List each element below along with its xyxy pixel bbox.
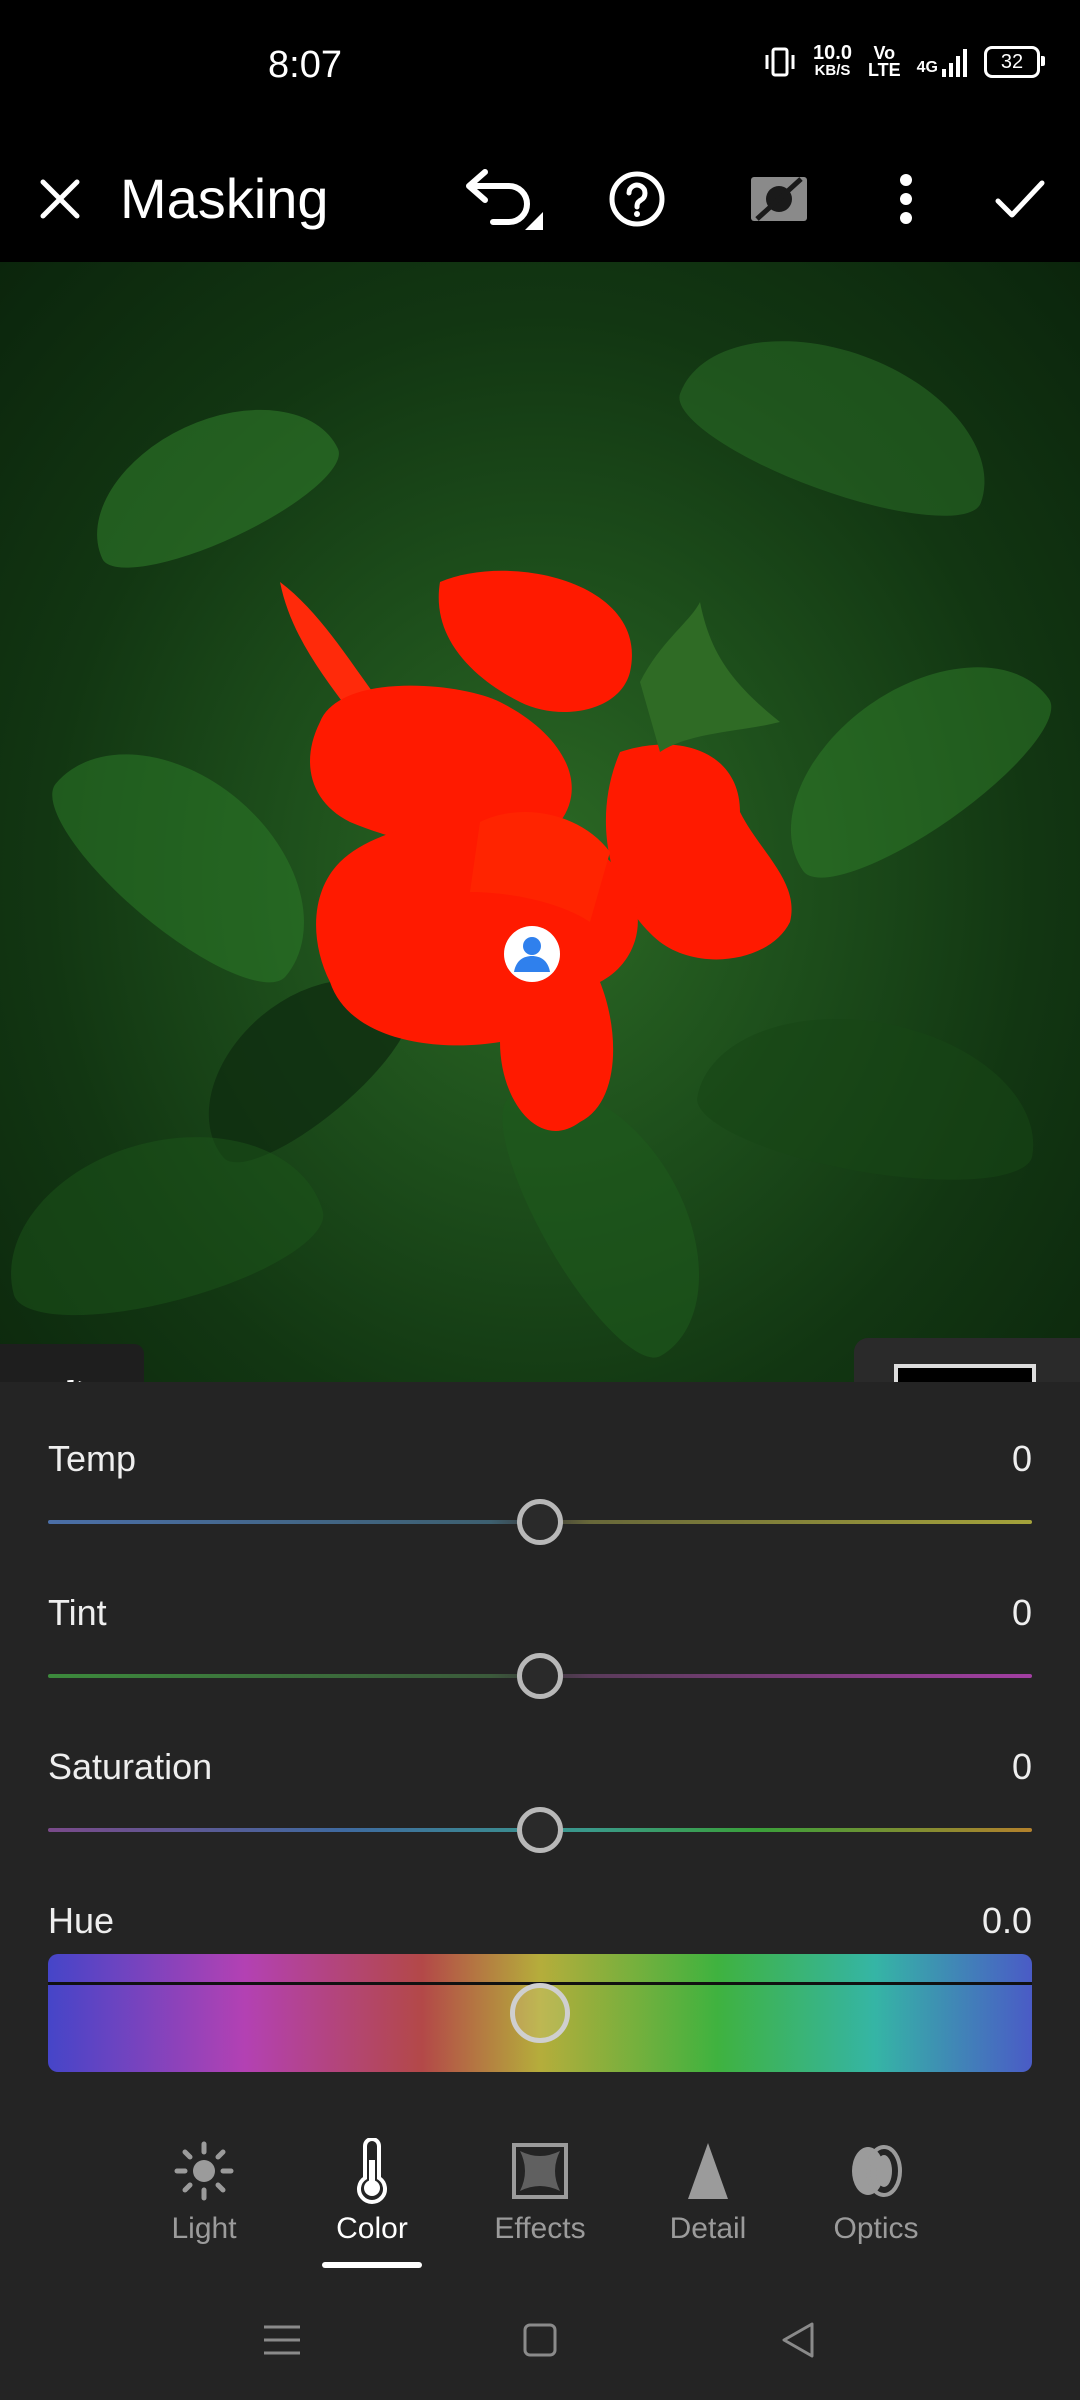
background-leaf <box>665 301 1015 543</box>
saturation-label: Saturation <box>48 1746 213 1787</box>
tab-color[interactable]: Color <box>292 2136 452 2246</box>
mask-overlay-hidden-icon <box>751 177 807 221</box>
system-navigation-bar <box>0 2274 1080 2400</box>
background-leaf <box>66 372 354 592</box>
network-speed: 10.0 KB/S <box>813 42 852 80</box>
mask-thumbnail[interactable] <box>894 1364 1036 1382</box>
network-type: 4G <box>916 59 938 76</box>
tab-light[interactable]: Light <box>124 2136 284 2246</box>
undo-button[interactable] <box>448 136 558 262</box>
app-bar: Masking <box>0 136 1080 262</box>
masked-flower <box>280 570 792 1131</box>
network-speed-unit: KB/S <box>814 62 851 79</box>
adjustment-tabs: Light Color Effects Detail Optics <box>0 2114 1080 2274</box>
home-button[interactable] <box>510 2310 570 2370</box>
hue-slider-thumb[interactable] <box>510 1983 570 2043</box>
network-speed-value: 10.0 <box>813 42 852 64</box>
volte-indicator: Vo LTE <box>867 44 901 80</box>
temp-value[interactable]: 0 <box>1012 1438 1032 1480</box>
close-button[interactable] <box>20 136 100 262</box>
tab-color-label: Color <box>336 2212 408 2245</box>
detail-icon <box>688 2143 728 2199</box>
battery-level: 32 <box>1000 50 1024 73</box>
status-bar: 8:07 10.0 KB/S Vo LTE 4G 32 <box>0 0 1080 136</box>
saturation-slider-thumb[interactable] <box>517 1807 563 1853</box>
page-title: Masking <box>120 167 329 230</box>
photo-canvas[interactable] <box>0 262 1080 1382</box>
mask-panel <box>854 1338 1080 1382</box>
help-icon <box>609 171 665 227</box>
active-tab-indicator <box>322 2262 422 2268</box>
help-button[interactable] <box>592 136 682 262</box>
tab-detail[interactable]: Detail <box>628 2136 788 2246</box>
tab-effects[interactable]: Effects <box>460 2136 620 2246</box>
home-icon <box>523 2323 557 2357</box>
hue-value[interactable]: 0.0 <box>982 1900 1032 1942</box>
more-icon <box>900 174 912 224</box>
tint-slider-row: Tint 0 <box>48 1592 1032 1702</box>
hue-label: Hue <box>48 1900 115 1941</box>
status-time: 8:07 <box>268 44 342 86</box>
close-icon <box>40 179 80 219</box>
recent-apps-button[interactable] <box>252 2310 312 2370</box>
more-options-button[interactable] <box>866 136 946 262</box>
back-button[interactable] <box>768 2310 828 2370</box>
tab-light-label: Light <box>171 2212 237 2245</box>
temp-slider-row: Temp 0 <box>48 1438 1032 1548</box>
vibrate-icon <box>765 47 795 77</box>
tab-optics[interactable]: Optics <box>796 2136 956 2246</box>
temp-label: Temp <box>48 1438 137 1479</box>
optics-icon <box>852 2145 902 2197</box>
confirm-icon <box>995 180 1045 218</box>
temp-slider-thumb[interactable] <box>517 1499 563 1545</box>
tab-optics-label: Optics <box>833 2212 919 2245</box>
hue-slider-row: Hue 0.0 <box>48 1900 1032 2090</box>
undo-icon <box>466 169 543 230</box>
tint-value[interactable]: 0 <box>1012 1592 1032 1634</box>
menu-icon <box>264 2325 300 2355</box>
mask-overlay-toggle[interactable] <box>734 136 824 262</box>
volte-bottom: LTE <box>867 60 901 80</box>
person-pin-icon <box>514 937 550 972</box>
thermometer-icon <box>357 2138 387 2204</box>
battery-indicator: 32 <box>984 46 1045 78</box>
tab-effects-label: Effects <box>494 2212 586 2245</box>
tint-label: Tint <box>48 1592 107 1633</box>
signal-icon <box>942 49 967 77</box>
select-subject-button[interactable] <box>0 1344 144 1382</box>
adjustment-panel: Temp 0 Tint 0 Saturation 0 Hue 0.0 <box>0 1382 1080 2114</box>
mask-pin[interactable] <box>504 926 560 982</box>
sun-icon <box>174 2141 234 2201</box>
status-icons: 10.0 KB/S Vo LTE 4G 32 <box>763 42 1045 80</box>
confirm-button[interactable] <box>980 136 1060 262</box>
tint-slider-thumb[interactable] <box>517 1653 563 1699</box>
saturation-slider-row: Saturation 0 <box>48 1746 1032 1856</box>
saturation-value[interactable]: 0 <box>1012 1746 1032 1788</box>
back-icon <box>782 2322 814 2358</box>
signal-indicator: 4G <box>917 47 968 77</box>
tab-detail-label: Detail <box>669 2212 747 2245</box>
effects-icon <box>512 2143 568 2199</box>
